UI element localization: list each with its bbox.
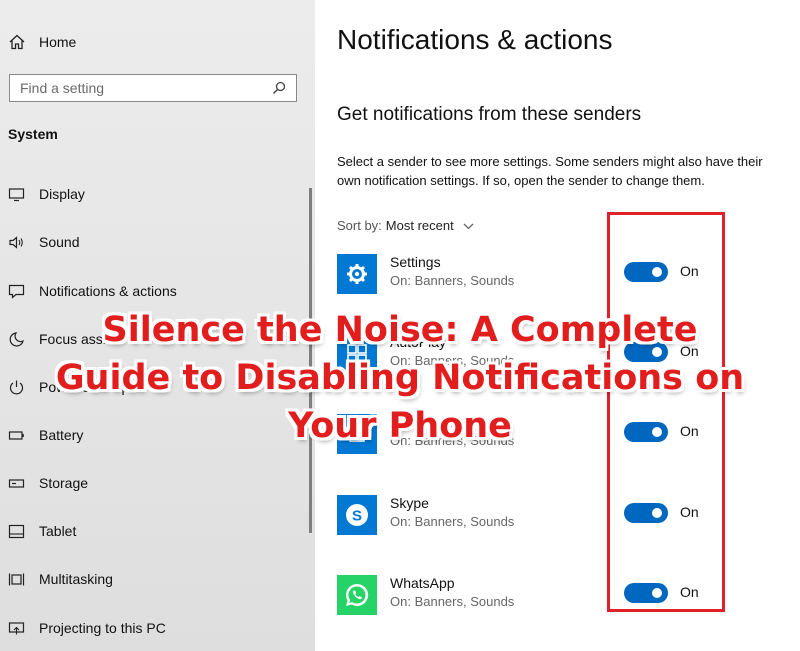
power-icon [9, 380, 24, 394]
sidebar-item-label: Storage [39, 475, 89, 491]
sidebar-item-label: Projecting to this PC [39, 620, 166, 636]
sidebar-item-label: Display [39, 186, 85, 202]
sidebar-item-notifications[interactable]: Notifications & actions [8, 279, 177, 303]
chevron-down-icon [463, 223, 474, 229]
page-title: Notifications & actions [337, 24, 613, 55]
overlay-headline: Silence the Noise: A Complete Guide to D… [55, 310, 745, 446]
multitasking-icon [8, 573, 25, 585]
sender-detail: On: Banners, Sounds [390, 594, 515, 609]
sort-label: Sort by: [337, 218, 382, 233]
skype-icon: S [337, 495, 377, 535]
sort-value: Most recent [385, 218, 454, 233]
display-icon [8, 187, 25, 201]
home-link[interactable]: Home [8, 30, 76, 54]
section-description: Select a sender to see more settings. So… [337, 154, 763, 188]
section-title: System [8, 126, 58, 142]
sound-icon [9, 235, 23, 249]
search-icon [273, 81, 286, 94]
sidebar-item-label: Multitasking [39, 571, 113, 587]
moon-icon [9, 331, 24, 347]
search-input[interactable]: Find a setting [9, 74, 297, 102]
sidebar-item-projecting[interactable]: Projecting to this PC [8, 616, 166, 640]
notifications-icon [8, 284, 25, 299]
sidebar-item-multitasking[interactable]: Multitasking [8, 567, 113, 591]
svg-text:S: S [352, 508, 362, 525]
sidebar-item-label: Tablet [39, 523, 77, 539]
storage-icon [8, 478, 25, 488]
home-label: Home [39, 34, 77, 50]
battery-icon [8, 430, 24, 440]
sidebar-item-sound[interactable]: Sound [8, 230, 79, 254]
sidebar-item-tablet[interactable]: Tablet [8, 519, 76, 543]
search-placeholder: Find a setting [20, 80, 105, 96]
settings-gear-icon [337, 254, 377, 294]
sort-dropdown[interactable]: Sort by: Most recent [337, 218, 475, 233]
sender-detail: On: Banners, Sounds [390, 273, 515, 288]
sidebar-item-label: Sound [39, 234, 80, 250]
sidebar-item-storage[interactable]: Storage [8, 471, 88, 495]
sender-name: WhatsApp [390, 575, 455, 591]
sender-name: Skype [390, 495, 429, 511]
sender-name: Settings [390, 254, 441, 270]
whatsapp-icon [337, 575, 377, 615]
sidebar-item-display[interactable]: Display [8, 182, 85, 206]
home-icon [9, 34, 25, 50]
projecting-icon [8, 621, 25, 634]
sender-detail: On: Banners, Sounds [390, 514, 515, 529]
section-subheader: Get notifications from these senders [337, 104, 642, 125]
sidebar-item-label: Notifications & actions [39, 283, 177, 299]
tablet-icon [8, 524, 25, 538]
